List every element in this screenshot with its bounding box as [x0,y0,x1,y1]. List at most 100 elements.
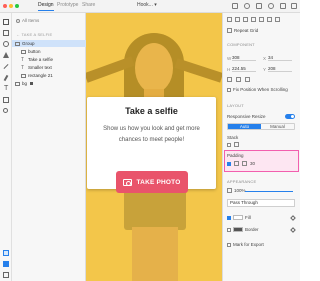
layer-item-rectangle-21[interactable]: rectangle 21 [12,72,86,79]
tab-share[interactable]: Share [82,2,95,8]
zoom-window-dot[interactable] [15,4,19,8]
assets-panel-icon[interactable] [3,261,9,267]
flip-horizontal-icon[interactable] [236,77,241,82]
device-preview-icon[interactable] [232,3,238,9]
fix-position-checkbox[interactable] [227,87,231,92]
artboard-tool-icon[interactable] [3,97,9,103]
layer-item-bg[interactable]: bg [12,80,86,87]
layer-item-button[interactable]: button [12,48,86,55]
selfie-card[interactable]: Take a selfie Show us how you look and g… [87,97,216,193]
layers-search-input[interactable]: All Items [22,18,82,23]
align-right-icon[interactable] [243,17,248,22]
border-eyedropper-icon[interactable] [290,227,296,233]
rotate-icon[interactable] [227,77,232,82]
take-photo-button[interactable]: TAKE PHOTO [116,171,188,193]
artboard[interactable]: Take a selfie Show us how you look and g… [86,13,222,281]
layer-item-smaller-text[interactable]: T Smaller text [12,64,86,71]
stack-checkbox[interactable] [227,142,231,147]
layers-panel: All Items ← TAKE A SELFIE Group button T… [12,13,86,281]
blend-mode-select[interactable]: Pass Through [227,199,295,207]
export-row[interactable]: Mark for Export [227,242,264,247]
align-bottom-icon[interactable] [267,17,272,22]
align-top-icon[interactable] [251,17,256,22]
layers-panel-icon[interactable] [3,250,9,256]
align-middle-icon[interactable] [259,17,264,22]
help-icon[interactable] [268,3,274,9]
align-center-icon[interactable] [235,17,240,22]
border-row: Border [227,227,259,232]
tab-design[interactable]: Design [38,2,54,11]
stack-vertical-icon[interactable] [234,142,239,147]
opacity-slider[interactable] [245,191,293,192]
select-tool-icon[interactable] [3,19,9,25]
y-label: Y [263,66,267,72]
layers-search[interactable]: All Items [16,17,82,24]
border-checkbox[interactable] [227,227,231,232]
x-label: X [263,55,267,61]
border-swatch[interactable] [233,227,243,232]
border-label: Border [245,227,259,232]
play-icon[interactable] [280,3,286,9]
opacity-input[interactable]: 100% [234,188,246,193]
background-photo-face [135,43,173,93]
layer-item-label: rectangle 21 [28,73,53,78]
y-input[interactable]: 208 [268,66,292,72]
pen-tool-icon[interactable] [3,75,9,81]
polygon-tool-icon[interactable] [3,52,9,58]
fill-checkbox[interactable] [227,215,231,220]
padding-input[interactable]: 30 [250,161,255,166]
layer-item-group[interactable]: Group [12,40,86,47]
padding-label: Padding [227,153,244,158]
text-tool-icon[interactable]: T [4,85,8,92]
transform-row [227,77,250,82]
background-photo-shorts [124,188,186,230]
fill-eyedropper-icon[interactable] [290,215,296,221]
responsive-resize-label: Responsive Resize [227,114,266,119]
stack-row: Stack [227,135,238,140]
tab-prototype[interactable]: Prototype [57,2,78,8]
layer-item-label: button [28,49,41,54]
window-controls[interactable] [3,4,19,8]
folder-icon [21,49,26,54]
resize-mode-manual[interactable]: Manual [261,124,294,129]
x-input[interactable]: 34 [268,55,292,61]
rectangle-tool-icon[interactable] [3,30,9,36]
fix-position-label: Fix Position When Scrolling [233,87,288,92]
flip-vertical-icon[interactable] [245,77,250,82]
distribute-icon[interactable] [275,17,280,22]
height-input[interactable]: 224.55 [232,66,256,72]
design-canvas[interactable]: Take a selfie Show us how you look and g… [86,13,222,281]
lock-icon[interactable] [30,82,34,85]
close-window-dot[interactable] [3,4,7,8]
padding-sides-icon[interactable] [242,161,247,166]
layer-item-take-a-selfie[interactable]: T Take a selfie [12,56,86,63]
layers-breadcrumb[interactable]: ← TAKE A SELFIE [16,32,52,37]
resize-mode-auto[interactable]: Auto [228,124,261,129]
document-title[interactable]: Hook... ▾ [137,2,157,8]
stack-label: Stack [227,135,239,140]
opacity-icon [227,188,232,193]
padding-checkbox[interactable] [227,161,231,166]
fill-label: Fill [245,215,251,220]
share-icon[interactable] [256,3,262,9]
tool-rail: T [0,13,12,281]
line-tool-icon[interactable] [3,64,9,69]
fix-position-row[interactable]: Fix Position When Scrolling [227,87,288,92]
minimize-window-dot[interactable] [9,4,13,8]
repeat-grid-control[interactable]: Repeat Grid [227,28,258,33]
width-row: W 308 [227,55,256,61]
zoom-tool-icon[interactable] [3,108,8,113]
user-icon[interactable] [244,3,250,9]
share-link-icon[interactable] [291,3,297,9]
fill-swatch[interactable] [233,215,243,220]
plugins-icon[interactable] [3,272,9,278]
responsive-resize-toggle[interactable] [285,114,295,119]
padding-uniform-icon[interactable] [234,161,239,166]
padding-row: Padding [227,153,244,158]
align-left-icon[interactable] [227,17,232,22]
ellipse-tool-icon[interactable] [3,41,9,47]
repeat-grid-icon [227,28,232,33]
layout-section-title: LAYOUT [227,103,244,108]
width-input[interactable]: 308 [232,55,256,61]
export-checkbox[interactable] [227,242,231,247]
